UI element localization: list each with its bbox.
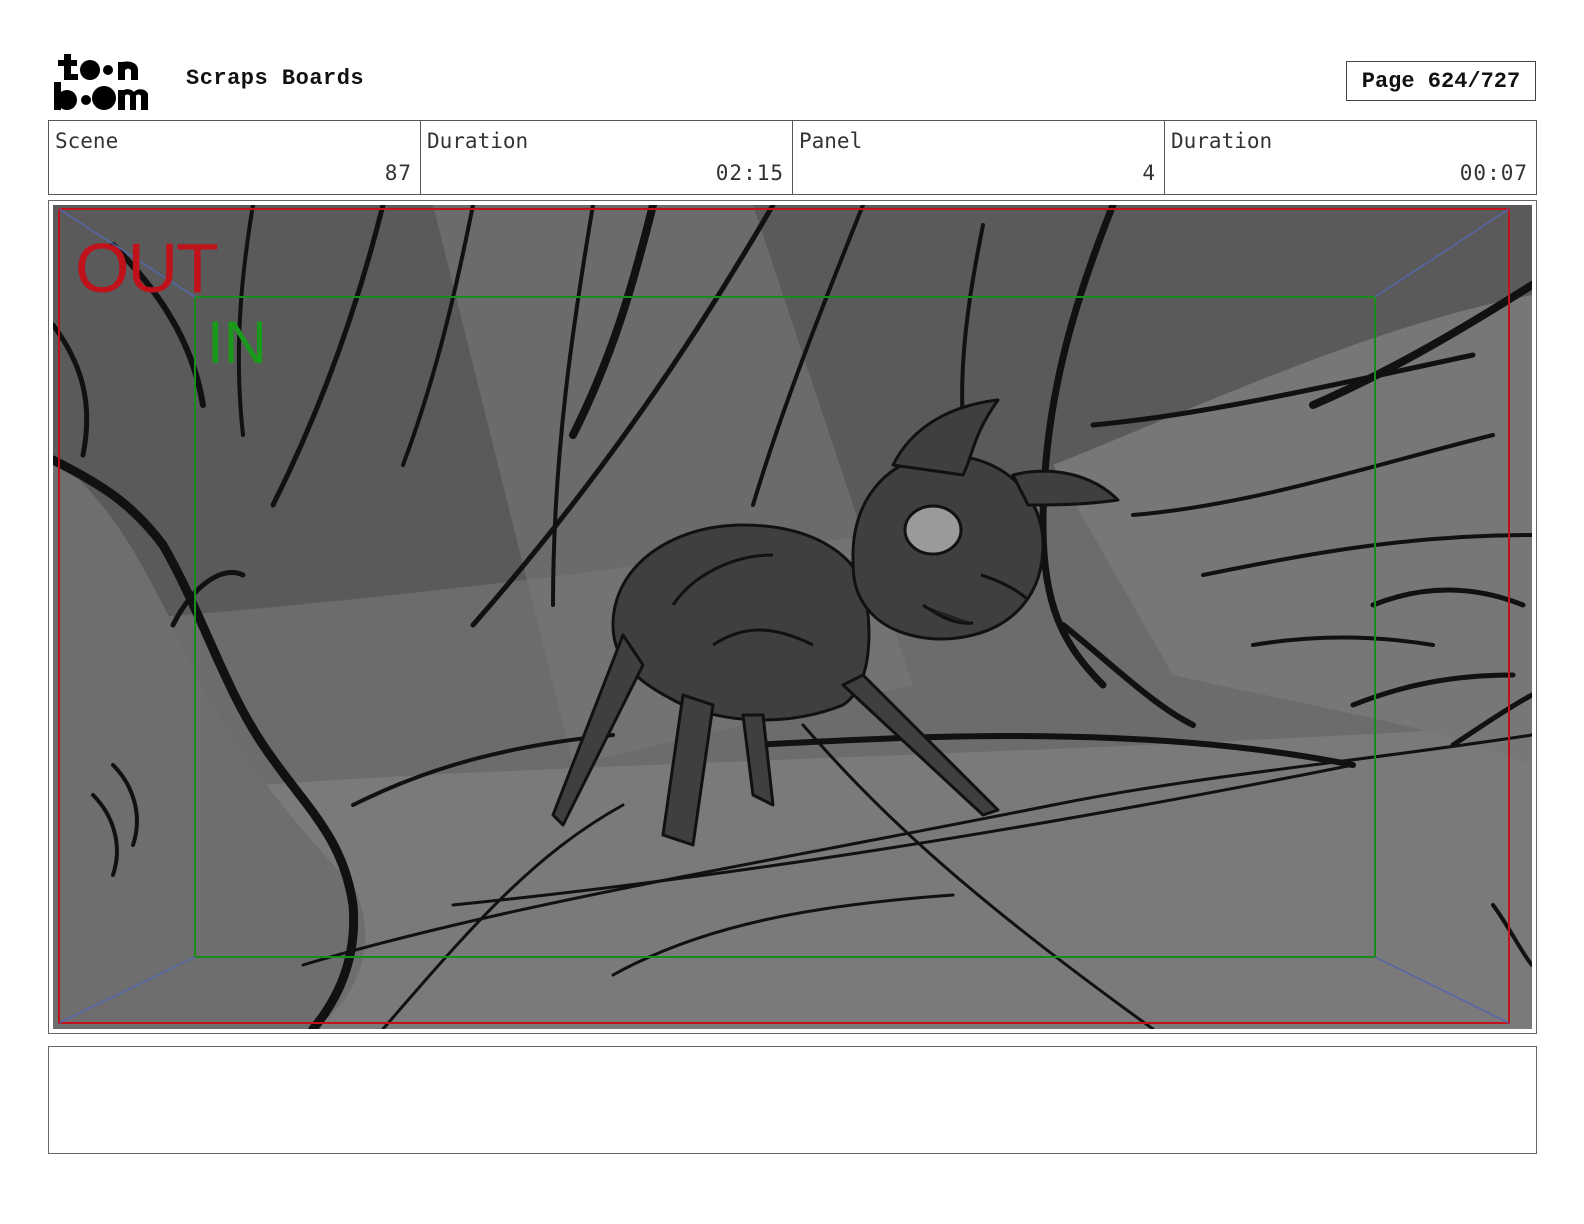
panel-notes-box[interactable]: [48, 1046, 1537, 1154]
out-frame-label: OUT: [75, 229, 219, 307]
scene-duration-label: Duration: [427, 129, 529, 153]
scene-duration-value: 02:15: [715, 161, 784, 185]
scene-label: Scene: [55, 129, 119, 153]
panel-value: 4: [1142, 161, 1156, 185]
toon-boom-logo: [52, 50, 164, 112]
panel-info-table: Scene 87 Duration 02:15 Panel 4 Duration…: [48, 120, 1537, 195]
panel-duration-label: Duration: [1171, 129, 1273, 153]
in-frame-label: IN: [207, 309, 267, 376]
storyboard-panel: OUT IN: [48, 200, 1537, 1034]
panel-cell: Panel 4: [793, 121, 1165, 194]
scene-duration-cell: Duration 02:15: [421, 121, 793, 194]
panel-drawing: OUT IN: [53, 205, 1532, 1029]
panel-label: Panel: [799, 129, 863, 153]
panel-sketch: [53, 205, 1532, 1029]
panel-duration-cell: Duration 00:07: [1165, 121, 1536, 194]
scene-value: 87: [384, 161, 412, 185]
scene-cell: Scene 87: [49, 121, 421, 194]
panel-duration-value: 00:07: [1459, 161, 1528, 185]
board-title: Scraps Boards: [186, 66, 365, 91]
page-indicator: Page 624/727: [1346, 61, 1536, 101]
